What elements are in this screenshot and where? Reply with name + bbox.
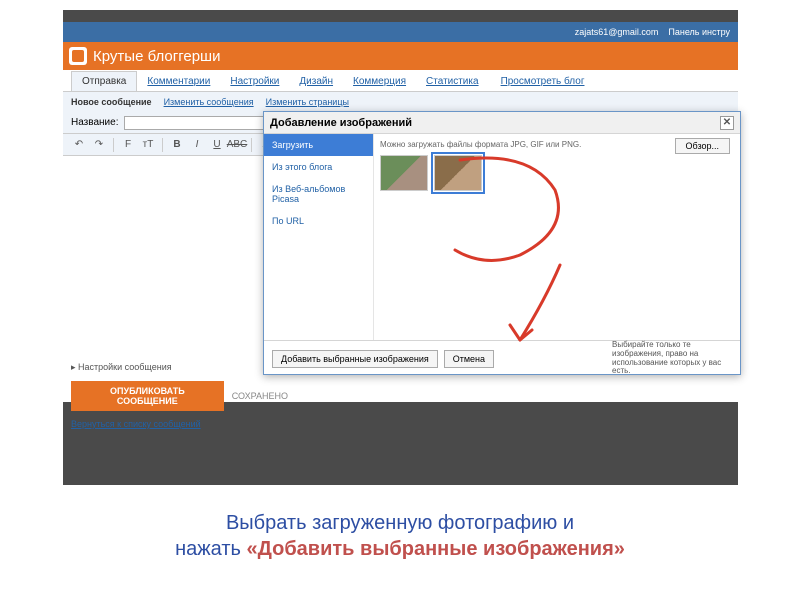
blog-title: Крутые блоггерши <box>93 48 220 65</box>
dialog-header: Добавление изображений ✕ <box>264 112 740 134</box>
close-icon[interactable]: ✕ <box>720 116 734 130</box>
image-upload-dialog: Добавление изображений ✕ Загрузить Из эт… <box>263 111 741 375</box>
subtab-edit[interactable]: Изменить сообщения <box>164 97 254 107</box>
subtab-pages[interactable]: Изменить страницы <box>266 97 349 107</box>
saved-label: СОХРАНЕНО <box>232 391 288 401</box>
view-blog-link[interactable]: Просмотреть блог <box>501 72 585 91</box>
size-icon[interactable]: тT <box>140 137 156 153</box>
tab-monetize[interactable]: Коммерция <box>343 72 416 91</box>
toolbar-link[interactable]: Панель инстру <box>668 27 730 37</box>
rights-note: Выбирайте только те изображения, право н… <box>612 341 732 376</box>
tab-stats[interactable]: Статистика <box>416 72 489 91</box>
separator <box>251 138 252 152</box>
editor-footer-area: ▸ Настройки сообщения ОПУБЛИКОВАТЬ СООБЩ… <box>63 358 288 429</box>
main-tabs: Отправка Комментарии Настройки Дизайн Ко… <box>63 70 738 92</box>
caption-line1: Выбрать загруженную фотографию и <box>226 512 574 534</box>
font-icon[interactable]: F <box>120 137 136 153</box>
return-link[interactable]: Вернуться к списку сообщений <box>71 419 288 429</box>
tab-comments[interactable]: Комментарии <box>137 72 220 91</box>
thumbnail-1[interactable] <box>380 155 428 191</box>
sub-tabs: Новое сообщение Изменить сообщения Измен… <box>63 92 738 112</box>
cancel-button[interactable]: Отмена <box>444 350 494 368</box>
italic-icon[interactable]: I <box>189 137 205 153</box>
redo-icon[interactable]: ↷ <box>91 137 107 153</box>
user-email: zajats61@gmail.com <box>575 27 659 37</box>
tab-design[interactable]: Дизайн <box>289 72 343 91</box>
blog-header: Крутые блоггерши <box>63 42 738 70</box>
thumbnail-row <box>380 155 734 191</box>
dialog-title: Добавление изображений <box>270 117 412 129</box>
undo-icon[interactable]: ↶ <box>71 137 87 153</box>
separator <box>162 138 163 152</box>
action-row: ОПУБЛИКОВАТЬ СООБЩЕНИЕ СОХРАНЕНО <box>71 381 288 411</box>
slide-caption: Выбрать загруженную фотографию и нажать … <box>0 510 800 562</box>
add-selected-button[interactable]: Добавить выбранные изображения <box>272 350 438 368</box>
caption-line2a: нажать <box>175 538 246 560</box>
sidebar-item-url[interactable]: По URL <box>264 210 373 232</box>
sidebar-item-blog[interactable]: Из этого блога <box>264 156 373 178</box>
browse-button[interactable]: Обзор... <box>675 138 731 154</box>
thumbnail-2[interactable] <box>434 155 482 191</box>
dialog-footer: Добавить выбранные изображения Отмена Вы… <box>264 340 740 376</box>
sidebar-item-picasa[interactable]: Из Веб-альбомов Picasa <box>264 178 373 210</box>
title-label: Название: <box>71 117 118 128</box>
tab-posting[interactable]: Отправка <box>71 71 137 91</box>
dialog-body: Загрузить Из этого блога Из Веб-альбомов… <box>264 134 740 340</box>
post-settings-toggle[interactable]: ▸ Настройки сообщения <box>71 358 288 377</box>
account-bar: zajats61@gmail.com Панель инстру <box>63 22 738 42</box>
tab-settings[interactable]: Настройки <box>220 72 289 91</box>
separator <box>113 138 114 152</box>
caption-line2b: «Добавить выбранные изображения» <box>246 538 624 560</box>
subtab-new[interactable]: Новое сообщение <box>71 97 152 107</box>
underline-icon[interactable]: U <box>209 137 225 153</box>
dialog-sidebar: Загрузить Из этого блога Из Веб-альбомов… <box>264 134 374 340</box>
blogger-logo-icon <box>69 47 87 65</box>
bold-icon[interactable]: B <box>169 137 185 153</box>
publish-button[interactable]: ОПУБЛИКОВАТЬ СООБЩЕНИЕ <box>71 381 224 411</box>
strike-icon[interactable]: ABC <box>229 137 245 153</box>
sidebar-item-upload[interactable]: Загрузить <box>264 134 373 156</box>
dialog-main: Обзор... Можно загружать файлы формата J… <box>374 134 740 340</box>
